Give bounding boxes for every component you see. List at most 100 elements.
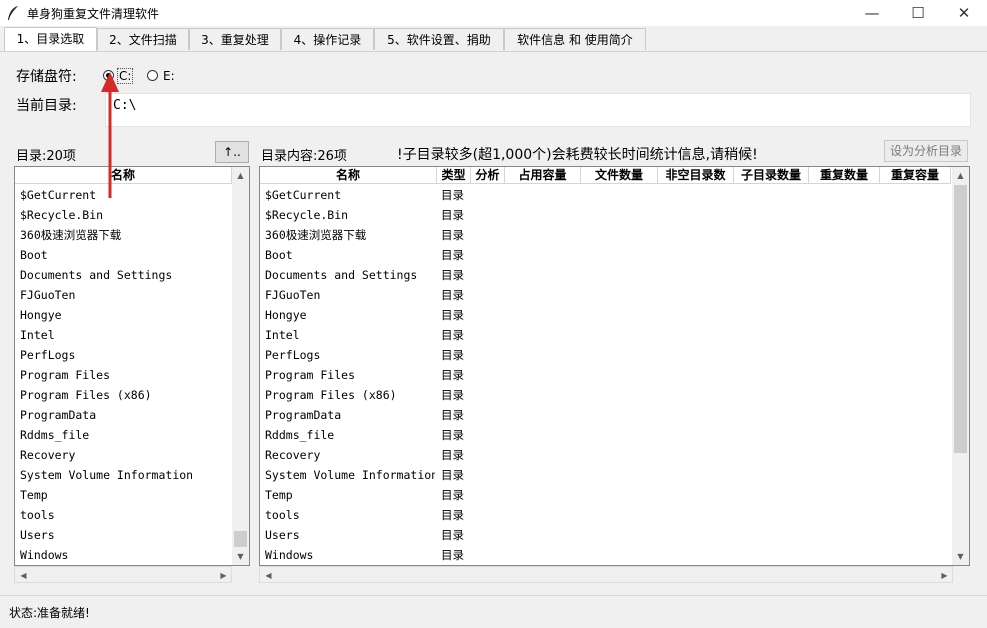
list-item[interactable]: 360极速浏览器下载	[20, 225, 230, 245]
col-header-type[interactable]: 类型	[437, 167, 471, 184]
table-row-type[interactable]: 目录	[441, 385, 471, 405]
current-dir-field[interactable]: C:\	[105, 93, 971, 127]
table-row-type[interactable]: 目录	[441, 525, 471, 545]
list-item[interactable]: Hongye	[20, 305, 230, 325]
right-horizontal-scrollbar[interactable]: ◀ ▶	[259, 566, 953, 583]
list-item[interactable]: Users	[20, 525, 230, 545]
list-item[interactable]: Documents and Settings	[20, 265, 230, 285]
list-item[interactable]: Temp	[20, 485, 230, 505]
tab-file-scan[interactable]: 2、文件扫描	[97, 28, 189, 50]
table-row-name[interactable]: Recovery	[265, 445, 435, 465]
table-row-name[interactable]: Hongye	[265, 305, 435, 325]
list-item[interactable]: Rddms_file	[20, 425, 230, 445]
col-header-subdir-count[interactable]: 子目录数量	[734, 167, 809, 184]
table-row-type[interactable]: 目录	[441, 265, 471, 285]
scroll-down-arrow-icon[interactable]: ▼	[232, 548, 249, 565]
table-row-type[interactable]: 目录	[441, 465, 471, 485]
list-item[interactable]: Program Files	[20, 365, 230, 385]
table-row-name[interactable]: tools	[265, 505, 435, 525]
scroll-up-arrow-icon[interactable]: ▲	[232, 167, 249, 184]
right-vertical-scrollbar[interactable]: ▲ ▼	[952, 167, 969, 565]
table-row-name[interactable]: Users	[265, 525, 435, 545]
list-item[interactable]: System Volume Information	[20, 465, 230, 485]
list-item[interactable]: Program Files (x86)	[20, 385, 230, 405]
list-item[interactable]: $Recycle.Bin	[20, 205, 230, 225]
table-row-name[interactable]: Windows	[265, 545, 435, 565]
scroll-left-arrow-icon[interactable]: ◀	[260, 567, 277, 584]
scroll-right-arrow-icon[interactable]: ▶	[215, 567, 232, 584]
table-row-name[interactable]: Temp	[265, 485, 435, 505]
feather-icon	[8, 6, 18, 20]
list-item[interactable]: Windows	[20, 545, 230, 565]
table-row-type[interactable]: 目录	[441, 285, 471, 305]
table-row-type[interactable]: 目录	[441, 305, 471, 325]
table-row-name[interactable]: Boot	[265, 245, 435, 265]
parent-dir-button[interactable]: ↑..	[215, 141, 249, 163]
table-row-name[interactable]: System Volume Information	[265, 465, 435, 485]
table-row-name[interactable]: Rddms_file	[265, 425, 435, 445]
scroll-thumb[interactable]	[954, 185, 967, 453]
right-count-label: 目录内容:26项	[261, 149, 347, 164]
list-item[interactable]: ProgramData	[20, 405, 230, 425]
list-item[interactable]: PerfLogs	[20, 345, 230, 365]
col-header-file-count[interactable]: 文件数量	[581, 167, 658, 184]
maximize-button[interactable]: ☐	[895, 0, 941, 26]
scroll-right-arrow-icon[interactable]: ▶	[936, 567, 953, 584]
table-row-type[interactable]: 目录	[441, 325, 471, 345]
set-analysis-dir-button[interactable]: 设为分析目录	[884, 140, 968, 162]
table-row-type[interactable]: 目录	[441, 225, 471, 245]
table-row-name[interactable]: FJGuoTen	[265, 285, 435, 305]
left-horizontal-scrollbar[interactable]: ◀ ▶	[14, 566, 232, 583]
table-row-type[interactable]: 目录	[441, 405, 471, 425]
table-row-type[interactable]: 目录	[441, 245, 471, 265]
close-button[interactable]: ✕	[941, 0, 987, 26]
col-header-dup-size[interactable]: 重复容量	[880, 167, 951, 184]
col-header-analyze[interactable]: 分析	[471, 167, 505, 184]
directory-list[interactable]: 名称 $GetCurrent $Recycle.Bin 360极速浏览器下载 Boot…	[14, 166, 250, 566]
scroll-down-arrow-icon[interactable]: ▼	[952, 548, 969, 565]
left-count-label: 目录:20项	[16, 149, 76, 164]
table-row-name[interactable]: Intel	[265, 325, 435, 345]
list-item[interactable]: Intel	[20, 325, 230, 345]
tab-operation-log[interactable]: 4、操作记录	[281, 28, 374, 50]
table-row-type[interactable]: 目录	[441, 425, 471, 445]
list-item[interactable]: $GetCurrent	[20, 185, 230, 205]
col-header-name[interactable]: 名称	[260, 167, 437, 184]
tab-directory-select[interactable]: 1、目录选取	[4, 27, 97, 51]
table-row-type[interactable]: 目录	[441, 345, 471, 365]
table-row-type[interactable]: 目录	[441, 545, 471, 565]
scroll-left-arrow-icon[interactable]: ◀	[15, 567, 32, 584]
table-row-name[interactable]: PerfLogs	[265, 345, 435, 365]
tab-settings-donate[interactable]: 5、软件设置、捐助	[374, 28, 504, 50]
list-item[interactable]: tools	[20, 505, 230, 525]
table-row-type[interactable]: 目录	[441, 445, 471, 465]
list-item[interactable]: Recovery	[20, 445, 230, 465]
table-row-name[interactable]: $Recycle.Bin	[265, 205, 435, 225]
minimize-button[interactable]: —	[849, 0, 895, 26]
tab-about[interactable]: 软件信息 和 使用简介	[504, 28, 646, 50]
drive-e-radio[interactable]	[147, 70, 158, 81]
list-item[interactable]: Boot	[20, 245, 230, 265]
scroll-thumb[interactable]	[234, 531, 247, 547]
table-row-name[interactable]: 360极速浏览器下载	[265, 225, 435, 245]
col-header-size[interactable]: 占用容量	[505, 167, 581, 184]
col-header-dup-count[interactable]: 重复数量	[809, 167, 880, 184]
table-row-name[interactable]: $GetCurrent	[265, 185, 435, 205]
tab-duplicate-handling[interactable]: 3、重复处理	[189, 28, 281, 50]
table-row-type[interactable]: 目录	[441, 185, 471, 205]
drive-label: 存储盘符:	[16, 69, 77, 85]
table-row-name[interactable]: ProgramData	[265, 405, 435, 425]
table-row-name[interactable]: Program Files	[265, 365, 435, 385]
table-row-name[interactable]: Program Files (x86)	[265, 385, 435, 405]
drive-e-label[interactable]: E:	[163, 69, 175, 83]
table-row-name[interactable]: Documents and Settings	[265, 265, 435, 285]
table-row-type[interactable]: 目录	[441, 205, 471, 225]
table-row-type[interactable]: 目录	[441, 505, 471, 525]
col-header-nonempty-dirs[interactable]: 非空目录数	[658, 167, 734, 184]
directory-content-table[interactable]: 名称 类型 分析 占用容量 文件数量 非空目录数 子目录数量 重复数量 重复容量…	[259, 166, 970, 566]
list-item[interactable]: FJGuoTen	[20, 285, 230, 305]
table-row-type[interactable]: 目录	[441, 485, 471, 505]
scroll-up-arrow-icon[interactable]: ▲	[952, 167, 969, 184]
left-vertical-scrollbar[interactable]: ▲ ▼	[232, 167, 249, 565]
table-row-type[interactable]: 目录	[441, 365, 471, 385]
